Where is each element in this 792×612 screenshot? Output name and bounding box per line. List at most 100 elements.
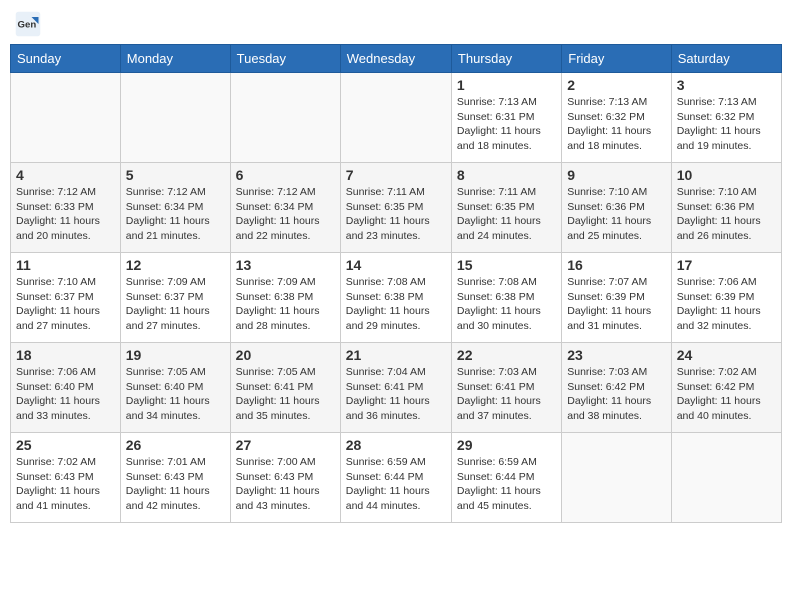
day-number: 23 (567, 347, 665, 363)
day-number: 13 (236, 257, 335, 273)
day-info: Sunrise: 7:08 AM Sunset: 6:38 PM Dayligh… (457, 275, 556, 334)
day-info: Sunrise: 7:11 AM Sunset: 6:35 PM Dayligh… (457, 185, 556, 244)
day-info: Sunrise: 7:09 AM Sunset: 6:38 PM Dayligh… (236, 275, 335, 334)
day-info: Sunrise: 7:06 AM Sunset: 6:40 PM Dayligh… (16, 365, 115, 424)
day-number: 26 (126, 437, 225, 453)
calendar-cell: 20 Sunrise: 7:05 AM Sunset: 6:41 PM Dayli… (230, 343, 340, 433)
calendar-cell: 8 Sunrise: 7:11 AM Sunset: 6:35 PM Daylig… (451, 163, 561, 253)
calendar-week-row: 18 Sunrise: 7:06 AM Sunset: 6:40 PM Dayli… (11, 343, 782, 433)
calendar-cell: 6 Sunrise: 7:12 AM Sunset: 6:34 PM Daylig… (230, 163, 340, 253)
weekday-header-monday: Monday (120, 45, 230, 73)
calendar-cell: 15 Sunrise: 7:08 AM Sunset: 6:38 PM Dayli… (451, 253, 561, 343)
calendar-cell: 11Sunrise: 7:10 AM Sunset: 6:37 PM Dayli… (11, 253, 121, 343)
day-number: 14 (346, 257, 446, 273)
calendar-cell: 4 Sunrise: 7:12 AM Sunset: 6:33 PM Daylig… (11, 163, 121, 253)
calendar-cell: 10 Sunrise: 7:10 AM Sunset: 6:36 PM Dayli… (671, 163, 781, 253)
logo-icon: Gen (14, 10, 42, 38)
day-number: 4 (16, 167, 115, 183)
calendar-cell (671, 433, 781, 523)
day-info: Sunrise: 7:10 AM Sunset: 6:36 PM Dayligh… (567, 185, 665, 244)
weekday-header-friday: Friday (562, 45, 671, 73)
calendar-cell: 18 Sunrise: 7:06 AM Sunset: 6:40 PM Dayli… (11, 343, 121, 433)
calendar-cell: 19 Sunrise: 7:05 AM Sunset: 6:40 PM Dayli… (120, 343, 230, 433)
weekday-header-saturday: Saturday (671, 45, 781, 73)
day-info: Sunrise: 7:05 AM Sunset: 6:40 PM Dayligh… (126, 365, 225, 424)
calendar-week-row: 11Sunrise: 7:10 AM Sunset: 6:37 PM Dayli… (11, 253, 782, 343)
weekday-header-sunday: Sunday (11, 45, 121, 73)
calendar-cell: 17 Sunrise: 7:06 AM Sunset: 6:39 PM Dayli… (671, 253, 781, 343)
day-info: Sunrise: 7:05 AM Sunset: 6:41 PM Dayligh… (236, 365, 335, 424)
day-info: Sunrise: 7:07 AM Sunset: 6:39 PM Dayligh… (567, 275, 665, 334)
calendar-cell (120, 73, 230, 163)
calendar-cell: 28 Sunrise: 6:59 AM Sunset: 6:44 PM Dayli… (340, 433, 451, 523)
day-number: 24 (677, 347, 776, 363)
calendar-cell (340, 73, 451, 163)
day-info: Sunrise: 7:08 AM Sunset: 6:38 PM Dayligh… (346, 275, 446, 334)
day-info: Sunrise: 7:12 AM Sunset: 6:33 PM Dayligh… (16, 185, 115, 244)
weekday-header-tuesday: Tuesday (230, 45, 340, 73)
day-number: 11 (16, 257, 115, 273)
calendar-cell: 1 Sunrise: 7:13 AM Sunset: 6:31 PM Daylig… (451, 73, 561, 163)
day-number: 15 (457, 257, 556, 273)
day-number: 1 (457, 77, 556, 93)
day-info: Sunrise: 7:11 AM Sunset: 6:35 PM Dayligh… (346, 185, 446, 244)
calendar-cell: 24 Sunrise: 7:02 AM Sunset: 6:42 PM Dayli… (671, 343, 781, 433)
calendar-cell: 21 Sunrise: 7:04 AM Sunset: 6:41 PM Dayli… (340, 343, 451, 433)
calendar-cell: 5 Sunrise: 7:12 AM Sunset: 6:34 PM Daylig… (120, 163, 230, 253)
svg-text:Gen: Gen (18, 20, 37, 31)
calendar-cell: 9Sunrise: 7:10 AM Sunset: 6:36 PM Daylig… (562, 163, 671, 253)
calendar-cell: 27 Sunrise: 7:00 AM Sunset: 6:43 PM Dayli… (230, 433, 340, 523)
day-number: 16 (567, 257, 665, 273)
day-number: 19 (126, 347, 225, 363)
calendar-cell: 13 Sunrise: 7:09 AM Sunset: 6:38 PM Dayli… (230, 253, 340, 343)
day-number: 25 (16, 437, 115, 453)
day-number: 5 (126, 167, 225, 183)
calendar-cell: 23Sunrise: 7:03 AM Sunset: 6:42 PM Dayli… (562, 343, 671, 433)
logo: Gen (14, 10, 46, 38)
calendar-cell: 26 Sunrise: 7:01 AM Sunset: 6:43 PM Dayli… (120, 433, 230, 523)
calendar-cell: 14 Sunrise: 7:08 AM Sunset: 6:38 PM Dayli… (340, 253, 451, 343)
calendar-cell: 29Sunrise: 6:59 AM Sunset: 6:44 PM Dayli… (451, 433, 561, 523)
day-info: Sunrise: 7:02 AM Sunset: 6:42 PM Dayligh… (677, 365, 776, 424)
calendar-header-row: SundayMondayTuesdayWednesdayThursdayFrid… (11, 45, 782, 73)
day-info: Sunrise: 7:02 AM Sunset: 6:43 PM Dayligh… (16, 455, 115, 514)
calendar-week-row: 1 Sunrise: 7:13 AM Sunset: 6:31 PM Daylig… (11, 73, 782, 163)
day-info: Sunrise: 7:06 AM Sunset: 6:39 PM Dayligh… (677, 275, 776, 334)
day-number: 12 (126, 257, 225, 273)
day-number: 8 (457, 167, 556, 183)
day-number: 17 (677, 257, 776, 273)
day-number: 28 (346, 437, 446, 453)
calendar-cell: 16 Sunrise: 7:07 AM Sunset: 6:39 PM Dayli… (562, 253, 671, 343)
day-number: 7 (346, 167, 446, 183)
day-number: 6 (236, 167, 335, 183)
day-number: 3 (677, 77, 776, 93)
day-info: Sunrise: 7:03 AM Sunset: 6:41 PM Dayligh… (457, 365, 556, 424)
day-number: 22 (457, 347, 556, 363)
weekday-header-thursday: Thursday (451, 45, 561, 73)
day-number: 18 (16, 347, 115, 363)
day-number: 27 (236, 437, 335, 453)
day-info: Sunrise: 7:13 AM Sunset: 6:31 PM Dayligh… (457, 95, 556, 154)
day-number: 20 (236, 347, 335, 363)
day-info: Sunrise: 7:12 AM Sunset: 6:34 PM Dayligh… (126, 185, 225, 244)
day-number: 2 (567, 77, 665, 93)
header: Gen (10, 10, 782, 38)
day-number: 21 (346, 347, 446, 363)
day-info: Sunrise: 7:09 AM Sunset: 6:37 PM Dayligh… (126, 275, 225, 334)
day-info: Sunrise: 7:01 AM Sunset: 6:43 PM Dayligh… (126, 455, 225, 514)
day-number: 10 (677, 167, 776, 183)
day-info: Sunrise: 7:10 AM Sunset: 6:36 PM Dayligh… (677, 185, 776, 244)
day-info: Sunrise: 6:59 AM Sunset: 6:44 PM Dayligh… (346, 455, 446, 514)
calendar-cell (562, 433, 671, 523)
calendar-week-row: 4 Sunrise: 7:12 AM Sunset: 6:33 PM Daylig… (11, 163, 782, 253)
day-info: Sunrise: 7:04 AM Sunset: 6:41 PM Dayligh… (346, 365, 446, 424)
day-info: Sunrise: 7:12 AM Sunset: 6:34 PM Dayligh… (236, 185, 335, 244)
day-info: Sunrise: 6:59 AM Sunset: 6:44 PM Dayligh… (457, 455, 556, 514)
day-info: Sunrise: 7:13 AM Sunset: 6:32 PM Dayligh… (567, 95, 665, 154)
calendar-cell: 2 Sunrise: 7:13 AM Sunset: 6:32 PM Daylig… (562, 73, 671, 163)
calendar-cell (230, 73, 340, 163)
day-info: Sunrise: 7:13 AM Sunset: 6:32 PM Dayligh… (677, 95, 776, 154)
day-info: Sunrise: 7:00 AM Sunset: 6:43 PM Dayligh… (236, 455, 335, 514)
calendar-week-row: 25 Sunrise: 7:02 AM Sunset: 6:43 PM Dayli… (11, 433, 782, 523)
calendar-cell: 25 Sunrise: 7:02 AM Sunset: 6:43 PM Dayli… (11, 433, 121, 523)
